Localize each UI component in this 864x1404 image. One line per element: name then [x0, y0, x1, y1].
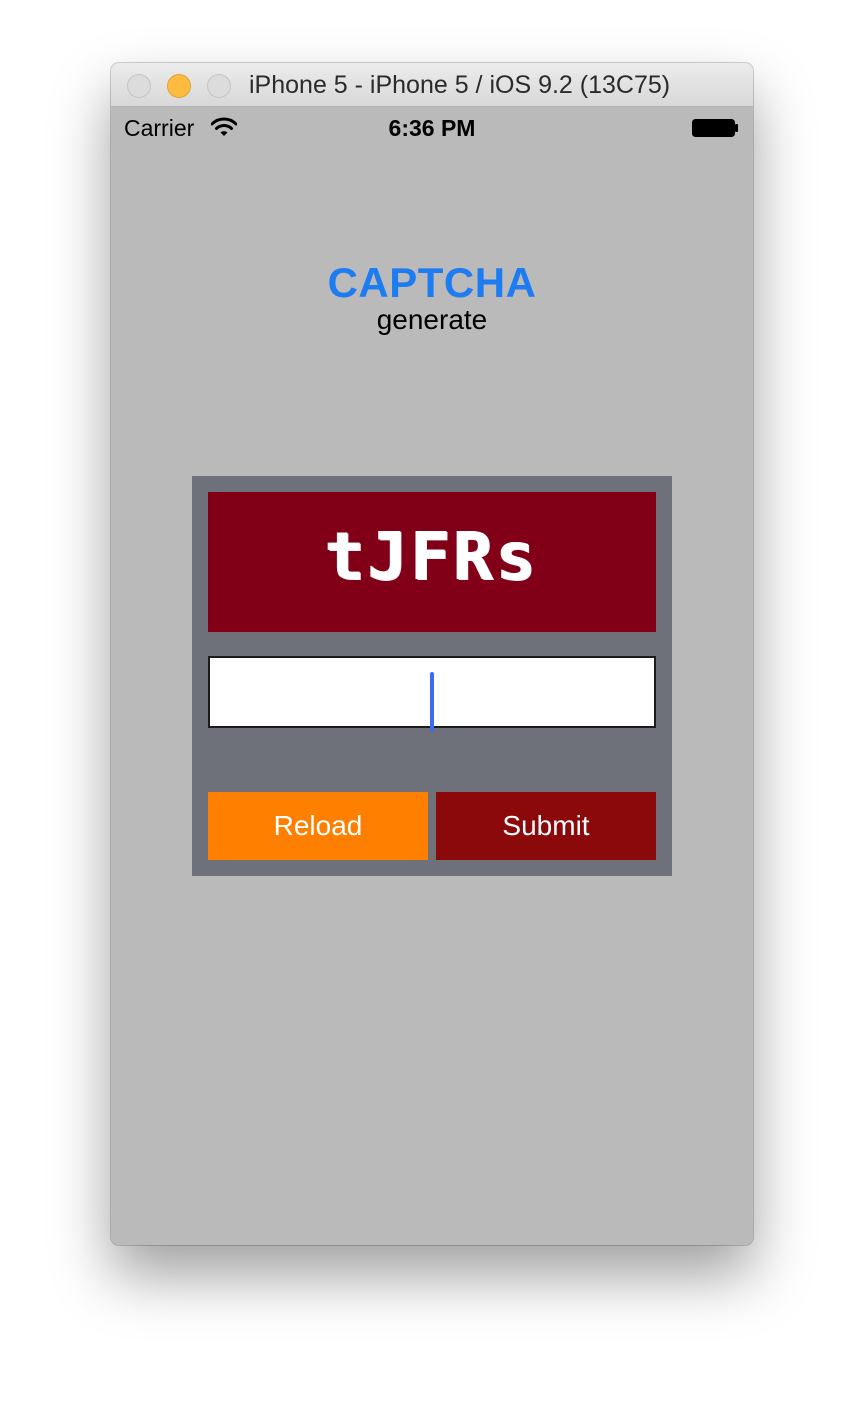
ios-status-bar: Carrier 6:36 PM	[111, 107, 753, 147]
simulator-window: iPhone 5 - iPhone 5 / iOS 9.2 (13C75) Ca…	[111, 63, 753, 1245]
window-titlebar: iPhone 5 - iPhone 5 / iOS 9.2 (13C75)	[111, 63, 753, 107]
status-time: 6:36 PM	[388, 115, 476, 141]
captcha-image: tJFRs	[208, 492, 656, 632]
reload-button[interactable]: Reload	[208, 792, 428, 860]
close-window-button[interactable]	[127, 74, 151, 98]
app-subtitle: generate	[376, 304, 488, 335]
captcha-code: tJFRs	[325, 518, 539, 595]
battery-icon	[692, 119, 738, 137]
minimize-window-button[interactable]	[167, 74, 191, 98]
captcha-panel: tJFRs Reload Submit	[192, 476, 672, 876]
text-cursor	[430, 672, 434, 732]
zoom-window-button[interactable]	[207, 74, 231, 98]
submit-button[interactable]: Submit	[436, 792, 656, 860]
app-title: CAPTCHA	[327, 259, 537, 306]
window-title: iPhone 5 - iPhone 5 / iOS 9.2 (13C75)	[249, 71, 671, 99]
